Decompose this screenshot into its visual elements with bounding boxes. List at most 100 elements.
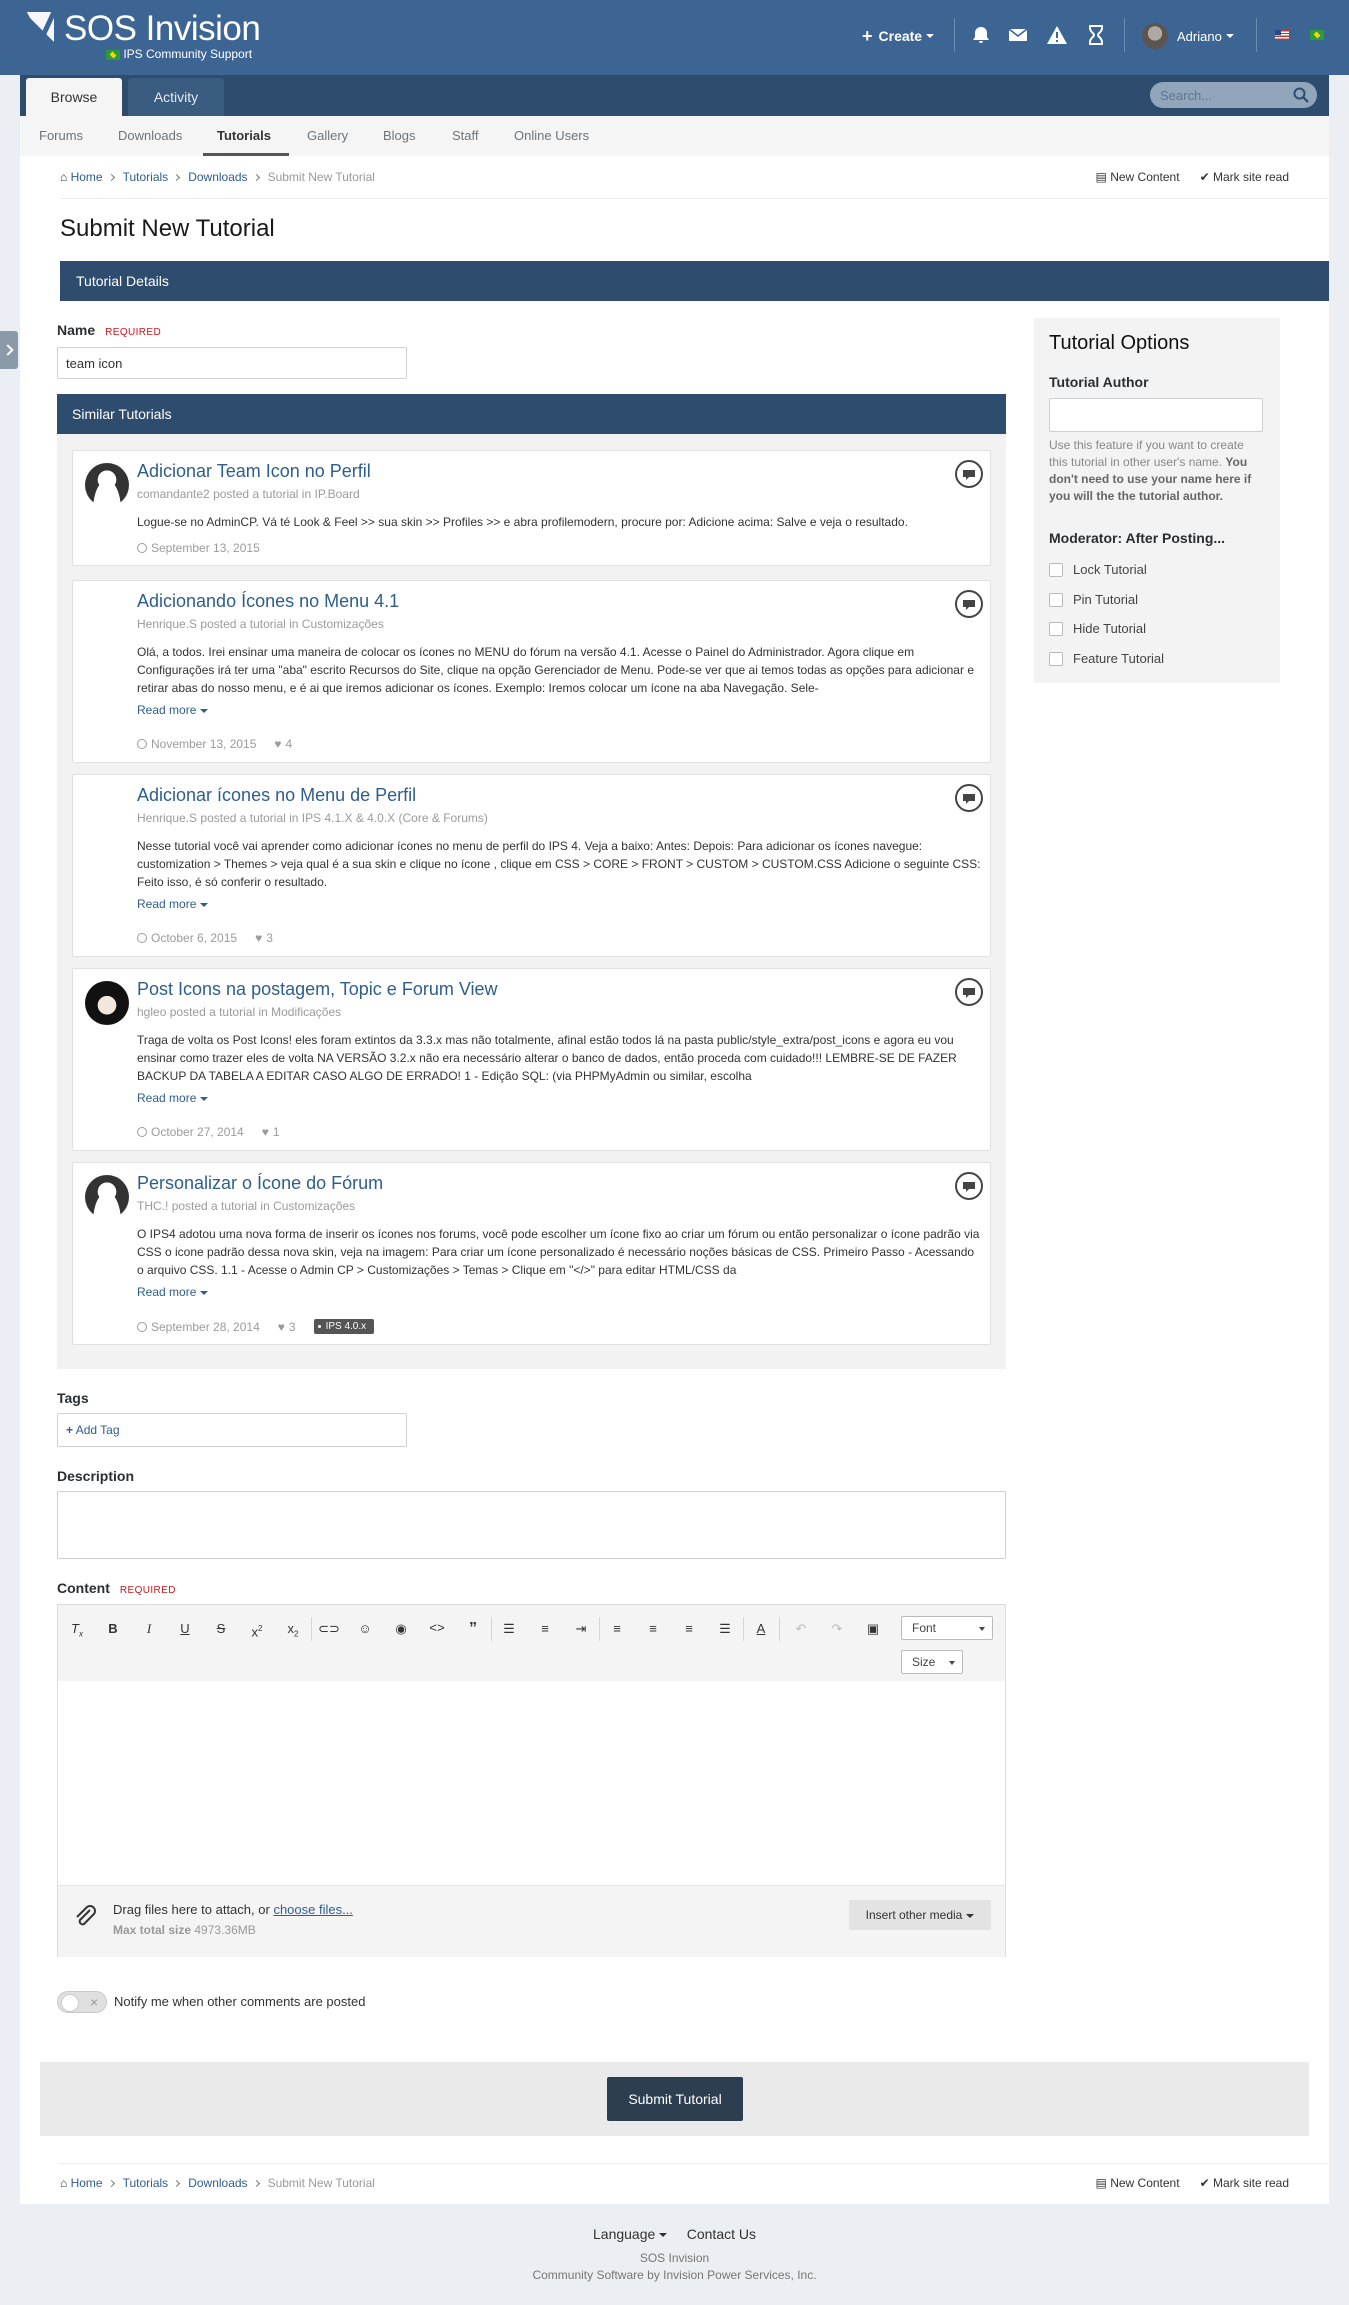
redo-icon[interactable]: ↷ bbox=[824, 1616, 850, 1642]
sidebar-expand-handle[interactable] bbox=[0, 331, 18, 369]
emoji-icon[interactable]: ☺ bbox=[352, 1616, 378, 1642]
new-content-link[interactable]: ▤ New Content bbox=[1096, 170, 1180, 184]
code-icon[interactable]: <> bbox=[424, 1616, 450, 1642]
comment-bubble-icon[interactable] bbox=[955, 784, 983, 812]
warning-icon[interactable] bbox=[1046, 24, 1068, 46]
breadcrumb-downloads[interactable]: Downloads bbox=[188, 2176, 247, 2190]
read-more-link[interactable]: Read more bbox=[137, 897, 209, 911]
subnav-forums[interactable]: Forums bbox=[39, 116, 83, 156]
author-avatar[interactable] bbox=[85, 981, 129, 1025]
tutorial-title-link[interactable]: Adicionar ícones no Menu de Perfil bbox=[137, 785, 416, 806]
italic-icon[interactable]: I bbox=[136, 1616, 162, 1642]
superscript-icon[interactable]: x2 bbox=[244, 1616, 270, 1642]
notify-toggle[interactable] bbox=[57, 1991, 107, 2013]
subnav-gallery[interactable]: Gallery bbox=[307, 116, 348, 156]
tag-badge[interactable]: IPS 4.0.x bbox=[313, 1319, 375, 1334]
subnav-online-users[interactable]: Online Users bbox=[514, 116, 589, 156]
breadcrumb-tutorials[interactable]: Tutorials bbox=[123, 2176, 169, 2190]
comment-bubble-icon[interactable] bbox=[955, 1172, 983, 1200]
read-more-link[interactable]: Read more bbox=[137, 1091, 209, 1105]
subnav-blogs[interactable]: Blogs bbox=[383, 116, 416, 156]
tutorial-title-link[interactable]: Adicionando Ícones no Menu 4.1 bbox=[137, 591, 399, 612]
breadcrumb-tutorials[interactable]: Tutorials bbox=[123, 170, 169, 184]
bulleted-list-icon[interactable]: ☰ bbox=[496, 1616, 522, 1642]
search-icon[interactable] bbox=[1293, 87, 1309, 103]
add-tag-input[interactable]: + Add Tag bbox=[57, 1413, 407, 1447]
spoiler-eye-icon[interactable]: ◉ bbox=[388, 1616, 414, 1642]
bold-icon[interactable]: B bbox=[100, 1616, 126, 1642]
paste-icon[interactable]: ▣ bbox=[860, 1616, 886, 1642]
size-dropdown[interactable]: Size bbox=[901, 1650, 963, 1674]
indent-icon[interactable]: ⇥ bbox=[568, 1616, 594, 1642]
options-title: Tutorial Options bbox=[1049, 332, 1190, 354]
author-avatar[interactable] bbox=[85, 1175, 129, 1219]
pin-tutorial-checkbox[interactable]: Pin Tutorial bbox=[1049, 592, 1138, 607]
heart-icon: ♥ bbox=[261, 1125, 269, 1139]
mark-read-link[interactable]: ✔ Mark site read bbox=[1200, 170, 1289, 184]
caret-down-icon bbox=[200, 902, 209, 907]
footer-powered[interactable]: Community Software by Invision Power Ser… bbox=[0, 2268, 1349, 2282]
strikethrough-icon[interactable]: S bbox=[208, 1616, 234, 1642]
language-menu[interactable]: Language bbox=[593, 2226, 668, 2242]
align-right-icon[interactable]: ≡ bbox=[676, 1616, 702, 1642]
us-flag-icon[interactable] bbox=[1275, 30, 1289, 40]
link-icon[interactable]: ⊂⊃ bbox=[316, 1616, 342, 1642]
envelope-icon[interactable] bbox=[1007, 24, 1029, 46]
max-size-text: Max total size 4973.36MB bbox=[113, 1923, 256, 1937]
sub-nav: Forums Downloads Tutorials Gallery Blogs… bbox=[20, 116, 1329, 156]
remove-format-icon[interactable]: Tx bbox=[64, 1616, 90, 1642]
create-menu-button[interactable]: + Create bbox=[862, 0, 935, 72]
breadcrumb-home[interactable]: Home bbox=[71, 2176, 103, 2190]
align-left-icon[interactable]: ≡ bbox=[604, 1616, 630, 1642]
justify-icon[interactable]: ☰ bbox=[712, 1616, 738, 1642]
subscript-icon[interactable]: x2 bbox=[280, 1616, 306, 1642]
tab-activity[interactable]: Activity bbox=[128, 78, 224, 116]
author-avatar[interactable] bbox=[85, 463, 129, 507]
search-input[interactable] bbox=[1160, 86, 1290, 104]
subnav-staff[interactable]: Staff bbox=[452, 116, 479, 156]
caret-down-icon bbox=[926, 34, 935, 38]
attachment-dropzone[interactable]: Drag files here to attach, or choose fil… bbox=[58, 1885, 1005, 1957]
new-content-link[interactable]: ▤ New Content bbox=[1096, 2176, 1180, 2190]
comment-bubble-icon[interactable] bbox=[955, 590, 983, 618]
lock-tutorial-checkbox[interactable]: Lock Tutorial bbox=[1049, 562, 1147, 577]
quote-icon[interactable]: ” bbox=[460, 1616, 486, 1642]
breadcrumb-home[interactable]: Home bbox=[71, 170, 103, 184]
feature-tutorial-checkbox[interactable]: Feature Tutorial bbox=[1049, 651, 1164, 666]
tutorial-author-input[interactable] bbox=[1049, 398, 1263, 432]
numbered-list-icon[interactable]: ≡ bbox=[532, 1616, 558, 1642]
undo-icon[interactable]: ↶ bbox=[788, 1616, 814, 1642]
underline-icon[interactable]: U bbox=[172, 1616, 198, 1642]
tutorial-title-link[interactable]: Personalizar o Ícone do Fórum bbox=[137, 1173, 383, 1194]
user-menu[interactable]: Adriano bbox=[1142, 0, 1234, 72]
breadcrumb-downloads[interactable]: Downloads bbox=[188, 170, 247, 184]
comment-bubble-icon[interactable] bbox=[955, 460, 983, 488]
read-more-link[interactable]: Read more bbox=[137, 1285, 209, 1299]
text-color-icon[interactable]: A bbox=[748, 1616, 774, 1642]
tutorial-footer: November 13, 2015 ♥ 4 bbox=[137, 737, 292, 751]
font-dropdown[interactable]: Font bbox=[901, 1616, 993, 1640]
site-title[interactable]: SOS Invision bbox=[64, 9, 261, 49]
editor-content-area[interactable] bbox=[58, 1681, 1005, 1885]
tutorial-title-link[interactable]: Adicionar Team Icon no Perfil bbox=[137, 461, 371, 482]
choose-files-link[interactable]: choose files... bbox=[273, 1902, 353, 1917]
submit-tutorial-button[interactable]: Submit Tutorial bbox=[607, 2077, 743, 2121]
comment-bubble-icon[interactable] bbox=[955, 978, 983, 1006]
description-textarea[interactable] bbox=[57, 1491, 1006, 1559]
read-more-link[interactable]: Read more bbox=[137, 703, 209, 717]
tutorial-title-link[interactable]: Post Icons na postagem, Topic e Forum Vi… bbox=[137, 979, 498, 1000]
mark-read-link[interactable]: ✔ Mark site read bbox=[1200, 2176, 1289, 2190]
brazil-flag-icon[interactable] bbox=[1310, 30, 1324, 40]
heart-icon: ♥ bbox=[274, 737, 282, 751]
contact-us-link[interactable]: Contact Us bbox=[687, 2226, 756, 2242]
align-center-icon[interactable]: ≡ bbox=[640, 1616, 666, 1642]
name-input[interactable] bbox=[57, 347, 407, 379]
tab-browse[interactable]: Browse bbox=[26, 78, 122, 116]
hide-tutorial-checkbox[interactable]: Hide Tutorial bbox=[1049, 621, 1146, 636]
bell-icon[interactable] bbox=[970, 24, 992, 46]
logo-icon[interactable] bbox=[24, 12, 54, 42]
subnav-downloads[interactable]: Downloads bbox=[118, 116, 182, 156]
subnav-tutorials[interactable]: Tutorials bbox=[217, 116, 271, 156]
hourglass-icon[interactable] bbox=[1085, 24, 1107, 46]
insert-media-button[interactable]: Insert other media bbox=[849, 1900, 991, 1930]
